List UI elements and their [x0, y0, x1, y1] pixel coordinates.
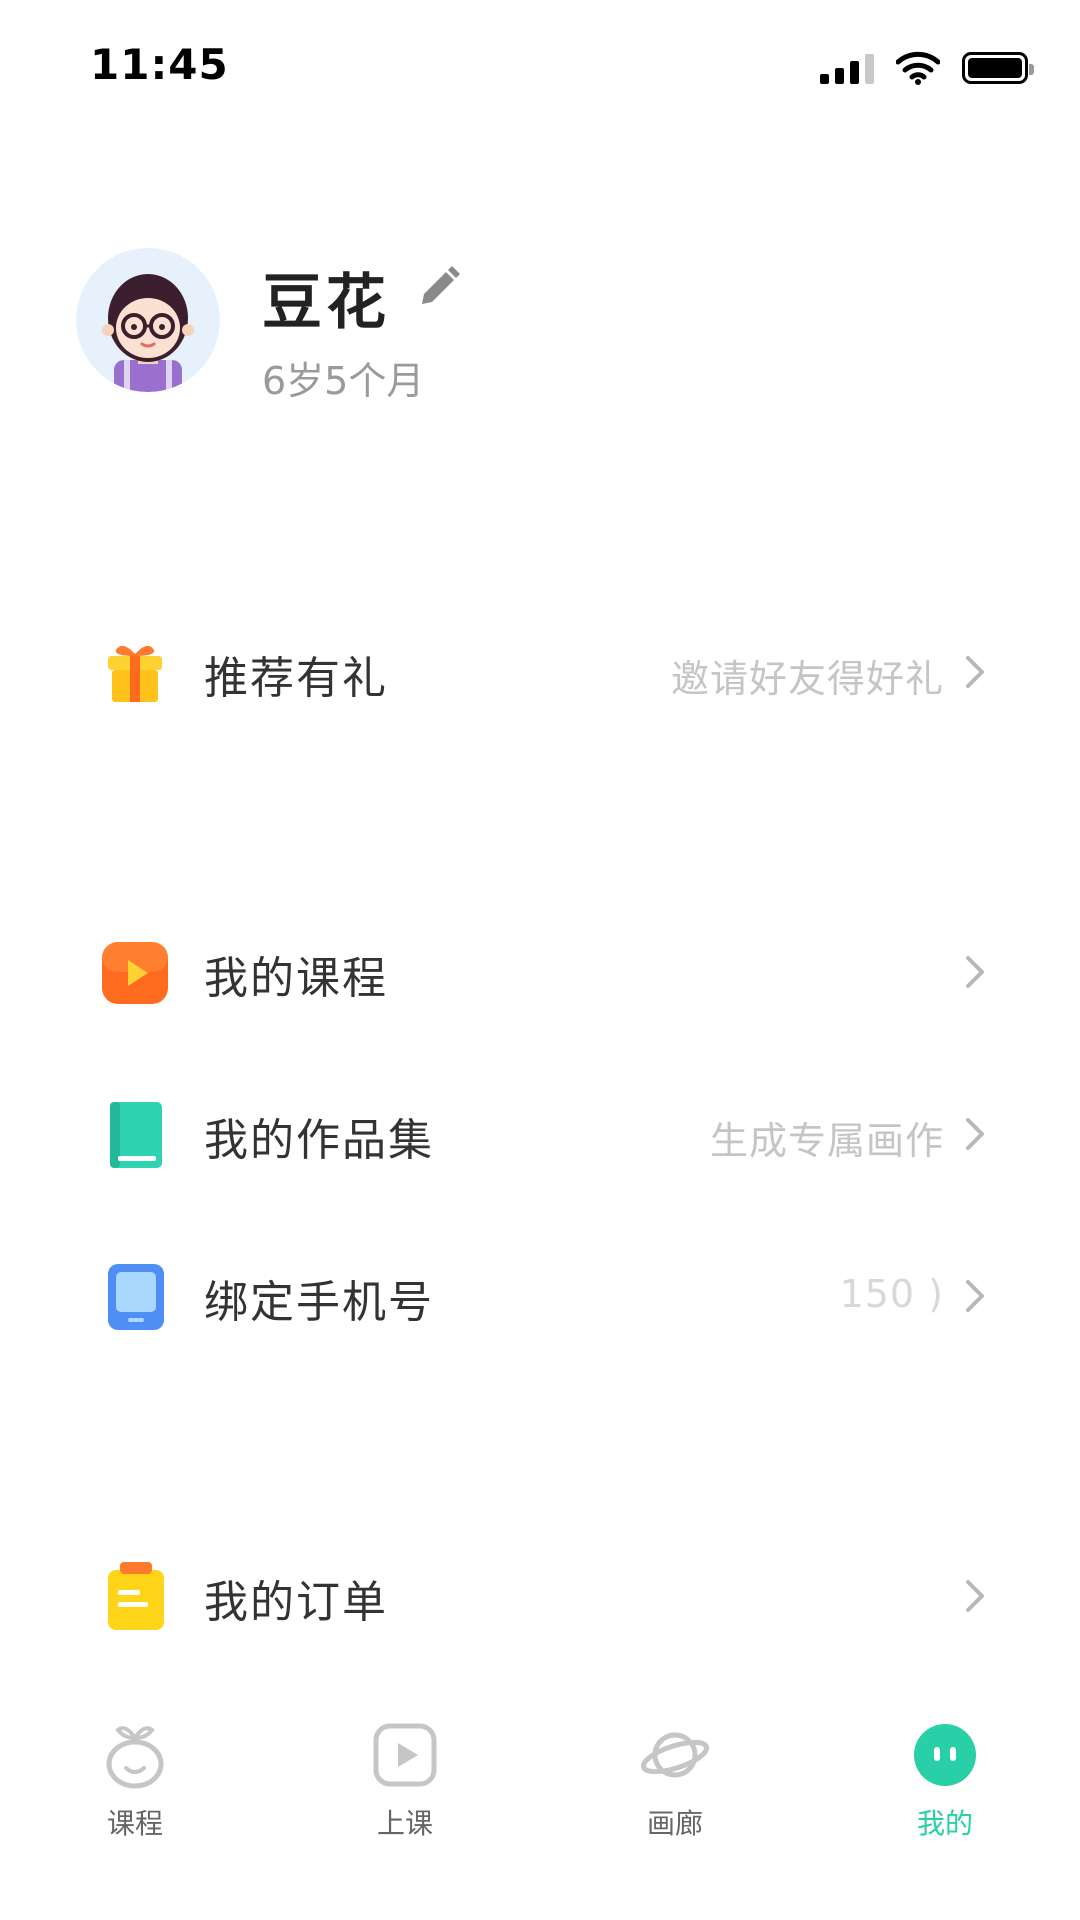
tab-me[interactable]: 我的 [810, 1700, 1080, 1850]
chevron-right-icon [966, 1118, 984, 1150]
chevron-right-icon [966, 956, 984, 988]
chevron-right-icon [966, 656, 984, 688]
sprout-face-icon [106, 1726, 164, 1789]
menu-item-bind-phone[interactable]: 绑定手机号 150 ) [0, 1232, 1080, 1352]
chevron-right-icon [966, 1580, 984, 1612]
menu-label-my-orders: 我的订单 [204, 1577, 388, 1628]
tab-label-me: 我的 [916, 1807, 973, 1840]
menu-sub-bind-phone: 150 ) [839, 1272, 944, 1316]
chevron-right-icon [966, 1280, 984, 1312]
course-play-icon [102, 942, 168, 1004]
profile-name: 豆花 [262, 268, 390, 338]
status-icons [820, 48, 1034, 88]
tab-label-class: 上课 [376, 1807, 433, 1840]
edit-pencil-icon[interactable] [412, 262, 464, 314]
menu-item-my-orders[interactable]: 我的订单 [0, 1532, 1080, 1652]
menu-item-referral[interactable]: 推荐有礼 邀请好友得好礼 [0, 608, 1080, 728]
planet-icon [640, 1732, 710, 1778]
portfolio-book-icon [110, 1102, 162, 1168]
play-icon [373, 1723, 437, 1787]
gift-icon [108, 645, 162, 702]
tab-label-courses: 课程 [106, 1807, 163, 1840]
menu-label-my-courses: 我的课程 [204, 953, 388, 1004]
status-time: 11:45 [90, 40, 229, 89]
status-bar: 11:45 [0, 0, 1080, 140]
phone-device-icon [108, 1264, 164, 1330]
tab-courses[interactable]: 课程 [0, 1700, 270, 1850]
bottom-tab-bar: 课程 上课 画廊 我的 [0, 1700, 1080, 1920]
tab-label-gallery: 画廊 [646, 1807, 703, 1840]
profile-age: 6岁5个月 [262, 359, 425, 403]
face-icon [914, 1724, 976, 1786]
wifi-icon [896, 51, 940, 85]
menu-sub-my-works: 生成专属画作 [709, 1119, 944, 1163]
tab-gallery[interactable]: 画廊 [540, 1700, 810, 1850]
menu-label-bind-phone: 绑定手机号 [204, 1277, 434, 1328]
menu-label-referral: 推荐有礼 [204, 653, 388, 704]
menu-item-my-works[interactable]: 我的作品集 生成专属画作 [0, 1070, 1080, 1190]
avatar[interactable] [76, 248, 220, 392]
tab-class[interactable]: 上课 [270, 1700, 540, 1850]
order-clipboard-icon [108, 1562, 164, 1630]
menu-sub-referral: 邀请好友得好礼 [670, 657, 944, 701]
cellular-signal-icon [820, 52, 874, 84]
menu-label-my-works: 我的作品集 [204, 1115, 434, 1166]
menu-item-my-courses[interactable]: 我的课程 [0, 908, 1080, 1028]
battery-icon [962, 52, 1034, 84]
